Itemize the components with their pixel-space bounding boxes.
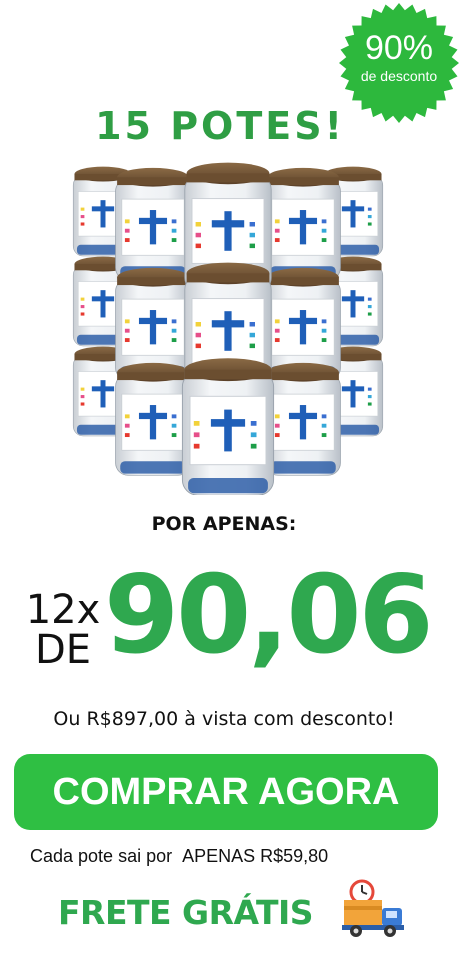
price-prefix: POR APENAS:: [151, 513, 297, 535]
buy-now-button[interactable]: COMPRAR AGORA: [14, 754, 438, 830]
jar: [265, 362, 341, 476]
free-shipping-label: FRETE GRÁTIS: [58, 893, 314, 932]
jar: [115, 362, 191, 476]
jar: [265, 167, 341, 281]
product-jars-image: [72, 162, 384, 495]
discount-percent: 90%: [364, 29, 434, 67]
jar: [115, 167, 191, 281]
installment-price: 90,06: [104, 553, 434, 678]
delivery-truck-icon: [342, 879, 404, 937]
discount-label: de desconto: [360, 68, 438, 84]
headline: 15 POTES!: [95, 104, 345, 148]
installments: 12x DE: [18, 590, 108, 670]
per-unit-value: APENAS R$59,80: [182, 846, 329, 866]
installments-de: DE: [34, 627, 92, 673]
jar: [181, 357, 275, 495]
cash-price-text: Ou R$897,00 à vista com desconto!: [53, 708, 395, 730]
installments-count: 12x: [25, 587, 101, 633]
per-unit-text: Cada pote sai por: [30, 846, 173, 866]
per-unit-price: Cada pote sai por APENAS R$59,80: [30, 846, 328, 867]
